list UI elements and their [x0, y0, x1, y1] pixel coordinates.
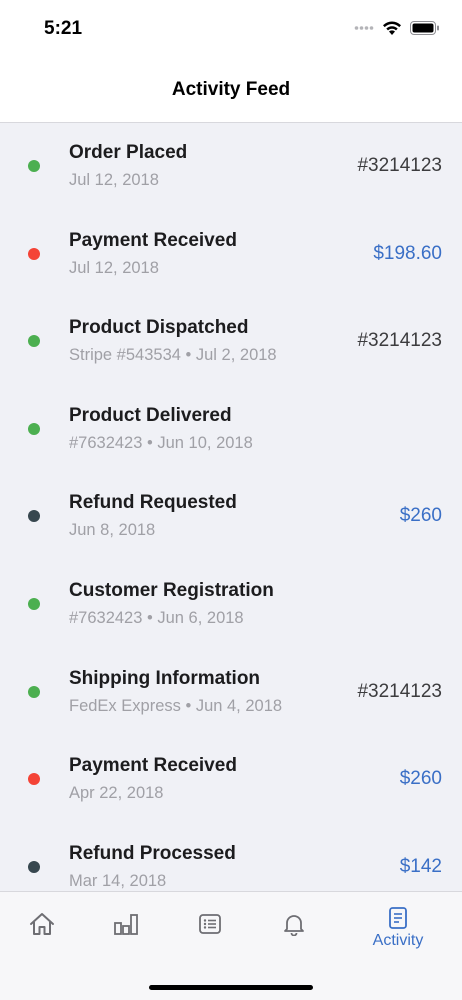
feed-item-title: Payment Received [69, 755, 237, 777]
feed-item-subtitle: Jun 8, 2018 [69, 521, 156, 540]
status-dot-red [28, 773, 40, 786]
feed-item-title: Refund Requested [69, 492, 237, 514]
bell-icon [284, 915, 304, 936]
feed-item[interactable]: Shipping Information FedEx Express • Jun … [0, 649, 462, 737]
feed-item-value: #3214123 [357, 155, 442, 176]
nav-header: Activity Feed [0, 58, 462, 123]
status-dot-green [28, 685, 40, 698]
feed-item-value: #3214123 [357, 680, 442, 702]
status-bar: 5:21 [0, 0, 462, 58]
feed-item-subtitle: #7632423 • Jun 6, 2018 [69, 609, 244, 627]
home-indicator[interactable] [149, 985, 313, 990]
list-icon [199, 914, 221, 934]
tab-activity-label: Activity [372, 932, 424, 949]
feed-item-value: $260 [399, 768, 442, 790]
tab-list[interactable] [168, 892, 252, 962]
status-dot-dark [28, 510, 40, 523]
feed-item-subtitle: #7632423 • Jun 10, 2018 [69, 433, 253, 452]
feed-item-subtitle: Apr 22, 2018 [69, 784, 164, 803]
feed-item-title: Customer Registration [69, 580, 274, 601]
tab-bar: Activity [0, 891, 462, 1000]
bar-chart-icon [114, 914, 138, 935]
feed-item-title: Refund Processed [69, 842, 236, 864]
feed-item[interactable]: Product Delivered #7632423 • Jun 10, 2018 [0, 386, 462, 474]
feed-item[interactable]: Order Placed Jul 12, 2018 #3214123 [0, 123, 462, 211]
feed-item-title: Product Dispatched [69, 317, 249, 339]
feed-item-value: $142 [399, 855, 442, 877]
page-title: Activity Feed [171, 79, 291, 100]
feed-item[interactable]: Payment Received Apr 22, 2018 $260 [0, 736, 462, 824]
feed-item[interactable]: Payment Received Jul 12, 2018 $198.60 [0, 211, 462, 299]
status-dot-green [28, 422, 40, 435]
feed-item[interactable]: Refund Requested Jun 8, 2018 $260 [0, 473, 462, 561]
tab-stats[interactable] [84, 892, 168, 962]
feed-item-value: $260 [399, 505, 442, 527]
status-icons [354, 20, 440, 36]
status-dot-green [28, 160, 40, 172]
feed-item[interactable]: Customer Registration #7632423 • Jun 6, 2… [0, 561, 462, 649]
feed-item-title: Product Delivered [69, 404, 232, 426]
status-dot-green [28, 335, 40, 348]
feed-item-title: Order Placed [69, 142, 188, 163]
cellular-signal-icon [354, 26, 374, 30]
battery-icon [410, 21, 439, 35]
home-icon [30, 913, 54, 935]
tab-home[interactable] [0, 892, 84, 962]
tab-activity[interactable]: Activity [356, 892, 440, 962]
status-time: 5:21 [44, 18, 83, 39]
feed-item[interactable]: Product Dispatched Stripe #543534 • Jul 2… [0, 298, 462, 386]
activity-feed-list[interactable]: Order Placed Jul 12, 2018 #3214123 Payment … [0, 123, 462, 891]
feed-item-value: $198.60 [373, 242, 442, 264]
status-dot-red [28, 247, 40, 260]
feed-item-value: #3214123 [357, 330, 442, 352]
feed-item-title: Payment Received [69, 229, 237, 251]
feed-item-subtitle: Jul 12, 2018 [69, 258, 159, 277]
feed-item-subtitle: Mar 14, 2018 [69, 871, 167, 890]
feed-item-subtitle: Stripe #543534 • Jul 2, 2018 [69, 346, 277, 365]
wifi-icon [383, 21, 401, 35]
feed-item-subtitle: FedEx Express • Jun 4, 2018 [69, 696, 283, 715]
status-dot-green [28, 598, 40, 610]
activity-document-icon [389, 907, 407, 929]
tab-notifications[interactable] [252, 892, 336, 962]
feed-item-title: Shipping Information [69, 667, 261, 689]
feed-item-subtitle: Jul 12, 2018 [69, 171, 159, 189]
status-dot-dark [28, 860, 40, 873]
feed-item[interactable]: Refund Processed Mar 14, 2018 $142 [0, 824, 462, 891]
